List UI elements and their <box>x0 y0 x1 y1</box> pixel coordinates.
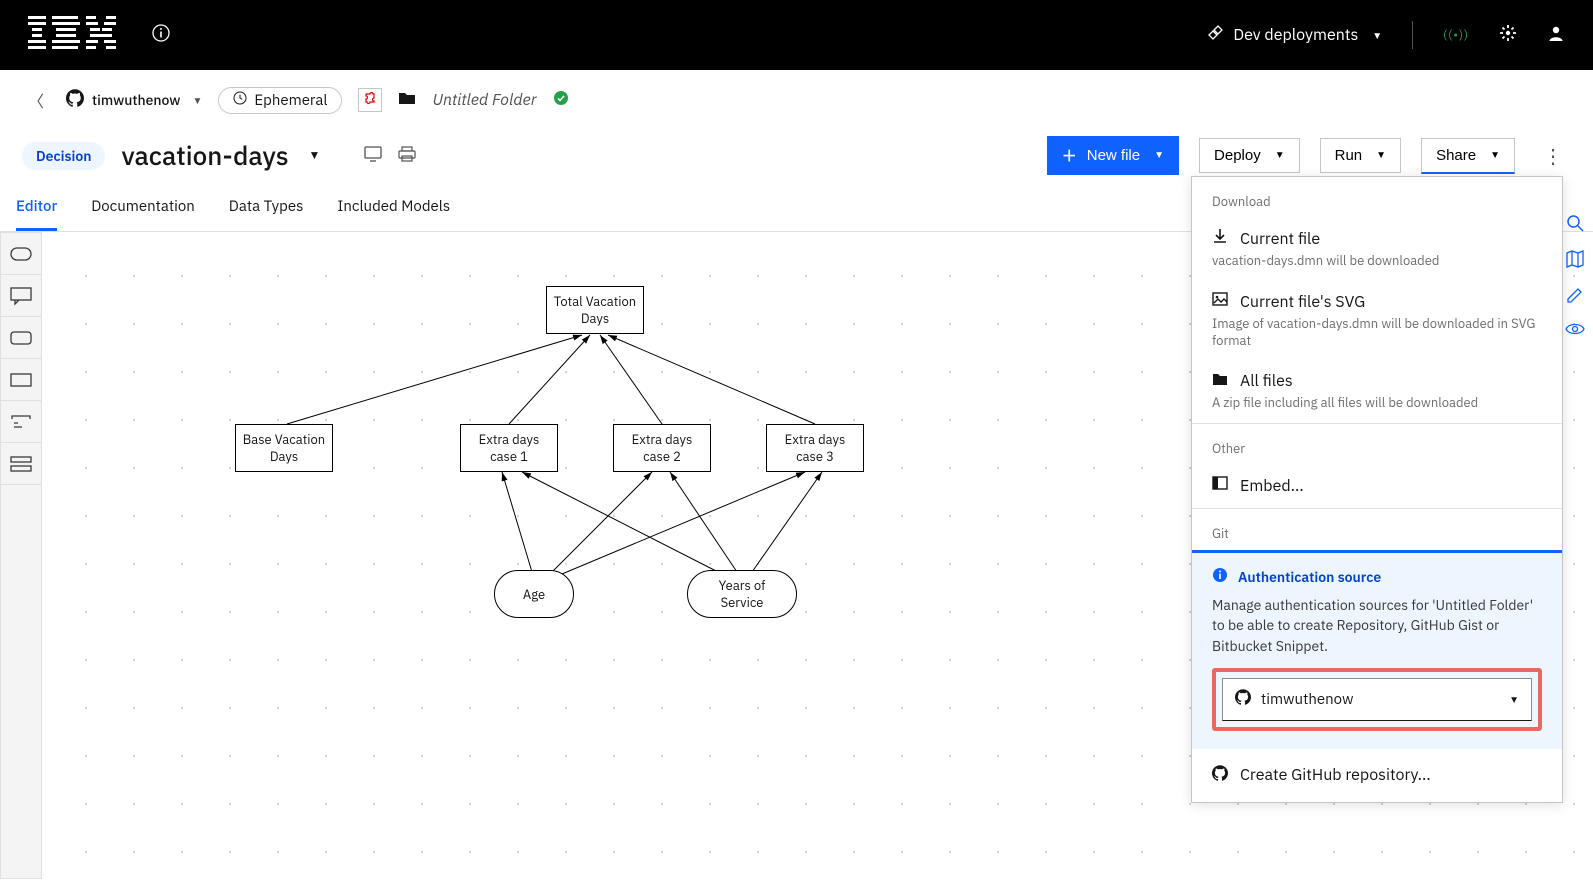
node-extra-days-case-3[interactable]: Extra days case 3 <box>766 424 864 472</box>
node-years-of-service[interactable]: Years of Service <box>687 570 797 618</box>
print-icon[interactable] <box>398 146 416 166</box>
extension-icon[interactable] <box>358 88 382 112</box>
menu-download-all-files[interactable]: All files A zip file including all files… <box>1192 361 1562 423</box>
menu-sublabel: vacation-days.dmn will be downloaded <box>1212 252 1542 269</box>
run-label: Run <box>1335 147 1363 164</box>
section-label-git: Git <box>1192 509 1562 550</box>
auth-selected-label: timwuthenow <box>1261 690 1353 709</box>
dev-deployments-label: Dev deployments <box>1233 25 1358 45</box>
menu-sublabel: A zip file including all files will be d… <box>1212 394 1542 411</box>
eye-icon[interactable] <box>1565 322 1585 340</box>
caret-down-icon: ▼ <box>193 94 203 107</box>
auth-description: Manage authentication sources for 'Untit… <box>1212 595 1542 656</box>
tool-text[interactable] <box>1 401 41 443</box>
shape-palette <box>0 232 42 879</box>
settings-icon[interactable] <box>1499 24 1517 46</box>
ephemeral-label: Ephemeral <box>254 91 327 110</box>
embed-icon <box>1212 475 1228 496</box>
caret-down-icon: ▼ <box>1509 693 1519 706</box>
auth-source-select[interactable]: timwuthenow ▼ <box>1222 678 1532 721</box>
download-icon <box>1212 228 1228 249</box>
github-user-select[interactable]: timwuthenow ▼ <box>66 89 202 111</box>
menu-label: Current file's SVG <box>1240 292 1365 312</box>
menu-create-github-repo[interactable]: Create GitHub repository... <box>1192 749 1562 802</box>
deploy-label: Deploy <box>1214 147 1261 164</box>
caret-down-icon: ▼ <box>1372 29 1382 42</box>
github-icon <box>1212 765 1228 786</box>
tool-callout[interactable] <box>1 275 41 317</box>
divider <box>1412 21 1413 49</box>
section-label-other: Other <box>1192 424 1562 465</box>
ephemeral-pill[interactable]: Ephemeral <box>218 87 342 114</box>
broadcast-icon[interactable]: ((•)) <box>1443 28 1469 43</box>
auth-source-highlight: timwuthenow ▼ <box>1212 668 1542 731</box>
ibm-logo[interactable] <box>28 16 116 54</box>
topbar: Dev deployments ▼ ((•)) <box>0 0 1593 70</box>
deploy-button[interactable]: Deploy ▼ <box>1199 138 1300 173</box>
section-label-download: Download <box>1192 177 1562 218</box>
share-dropdown-panel: Download Current file vacation-days.dmn … <box>1191 176 1563 803</box>
menu-label: All files <box>1240 371 1293 391</box>
menu-label: Current file <box>1240 229 1320 249</box>
folder-icon <box>1212 371 1228 391</box>
status-check-icon <box>553 90 569 110</box>
tab-data-types[interactable]: Data Types <box>229 185 304 231</box>
github-user-label: timwuthenow <box>92 91 180 109</box>
satellite-icon <box>1207 25 1223 46</box>
tool-oval[interactable] <box>1 233 41 275</box>
decision-badge: Decision <box>22 142 105 170</box>
menu-embed[interactable]: Embed... <box>1192 465 1562 508</box>
node-extra-days-case-2[interactable]: Extra days case 2 <box>613 424 711 472</box>
tool-rounded-rect[interactable] <box>1 317 41 359</box>
back-button[interactable]: 〈 <box>22 88 50 112</box>
auth-title: Authentication source <box>1238 568 1381 586</box>
desktop-icon[interactable] <box>364 146 382 166</box>
edit-icon[interactable] <box>1566 286 1584 308</box>
tool-rect[interactable] <box>1 359 41 401</box>
tab-documentation[interactable]: Documentation <box>91 185 195 231</box>
folder-icon <box>398 91 416 109</box>
new-file-button[interactable]: ＋ New file ▼ <box>1047 136 1179 175</box>
caret-down-icon: ▼ <box>1376 150 1386 161</box>
run-button[interactable]: Run ▼ <box>1320 138 1401 173</box>
caret-down-icon: ▼ <box>1490 150 1500 161</box>
caret-down-icon: ▼ <box>1154 150 1164 161</box>
github-icon <box>1235 689 1251 710</box>
info-icon <box>1212 567 1228 587</box>
share-label: Share <box>1436 147 1476 164</box>
image-icon <box>1212 291 1228 312</box>
github-icon <box>66 89 84 111</box>
menu-download-svg[interactable]: Current file's SVG Image of vacation-day… <box>1192 281 1562 361</box>
dev-deployments-button[interactable]: Dev deployments ▼ <box>1207 25 1382 46</box>
search-icon[interactable] <box>1566 214 1584 236</box>
tab-included-models[interactable]: Included Models <box>337 185 450 231</box>
menu-sublabel: Image of vacation-days.dmn will be downl… <box>1212 315 1542 349</box>
caret-down-icon: ▼ <box>1275 150 1285 161</box>
new-file-label: New file <box>1087 147 1140 164</box>
info-icon[interactable] <box>152 24 170 46</box>
node-extra-days-case-1[interactable]: Extra days case 1 <box>460 424 558 472</box>
create-repo-label: Create GitHub repository... <box>1240 765 1431 785</box>
tool-list[interactable] <box>1 443 41 485</box>
plus-icon: ＋ <box>1062 145 1077 166</box>
menu-label: Embed... <box>1240 476 1304 496</box>
share-button[interactable]: Share ▼ <box>1421 138 1515 174</box>
tab-editor[interactable]: Editor <box>16 185 57 231</box>
user-icon[interactable] <box>1547 24 1565 46</box>
clock-icon <box>233 91 247 110</box>
breadcrumb-bar: 〈 timwuthenow ▼ Ephemeral Untitled Folde… <box>0 70 1593 130</box>
menu-download-current-file[interactable]: Current file vacation-days.dmn will be d… <box>1192 218 1562 281</box>
folder-name: Untitled Folder <box>432 90 536 110</box>
map-icon[interactable] <box>1566 250 1584 272</box>
git-auth-infobox: Authentication source Manage authenticat… <box>1192 550 1562 749</box>
kebab-menu[interactable]: ⋮ <box>1535 142 1571 169</box>
caret-down-icon[interactable]: ▼ <box>309 148 321 163</box>
node-total-vacation-days[interactable]: Total Vacation Days <box>546 286 644 334</box>
file-title: vacation-days <box>121 139 288 173</box>
node-age[interactable]: Age <box>494 570 574 618</box>
node-base-vacation-days[interactable]: Base Vacation Days <box>235 424 333 472</box>
